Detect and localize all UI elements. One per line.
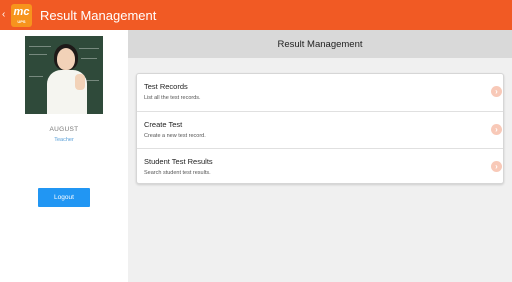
app-title: Result Management	[40, 7, 157, 23]
back-icon[interactable]: ‹	[2, 0, 8, 30]
menu-item-create-test[interactable]: Create Test Create a new test record. ›	[137, 111, 503, 148]
user-role: Teacher	[54, 137, 74, 143]
chevron-right-icon[interactable]: ›	[491, 86, 502, 97]
sidebar: AUGUST Teacher Logout	[0, 30, 128, 282]
menu-item-title: Test Records	[144, 82, 188, 91]
menu-item-description: Search student test results.	[144, 170, 211, 176]
profile-photo	[25, 36, 103, 114]
menu-item-title: Student Test Results	[144, 157, 213, 166]
menu-item-test-records[interactable]: Test Records List all the test records. …	[137, 74, 503, 111]
menu-item-student-test-results[interactable]: Student Test Results Search student test…	[137, 148, 503, 185]
username: AUGUST	[49, 126, 79, 133]
logout-button[interactable]: Logout	[38, 188, 90, 207]
chevron-right-icon[interactable]: ›	[491, 161, 502, 172]
page-title: Result Management	[128, 30, 512, 58]
menu-item-title: Create Test	[144, 120, 183, 129]
menu-card: Test Records List all the test records. …	[136, 73, 504, 184]
app-logo: mc UPS	[11, 3, 32, 27]
logo-mark: mc	[13, 5, 30, 18]
menu-item-description: List all the test records.	[144, 95, 201, 101]
chevron-right-icon[interactable]: ›	[491, 124, 502, 135]
main-panel: Result Management Test Records List all …	[128, 30, 512, 282]
logo-sub: UPS	[17, 18, 26, 24]
menu-item-description: Create a new test record.	[144, 133, 206, 139]
app-bar: ‹ mc UPS Result Management	[0, 0, 512, 30]
